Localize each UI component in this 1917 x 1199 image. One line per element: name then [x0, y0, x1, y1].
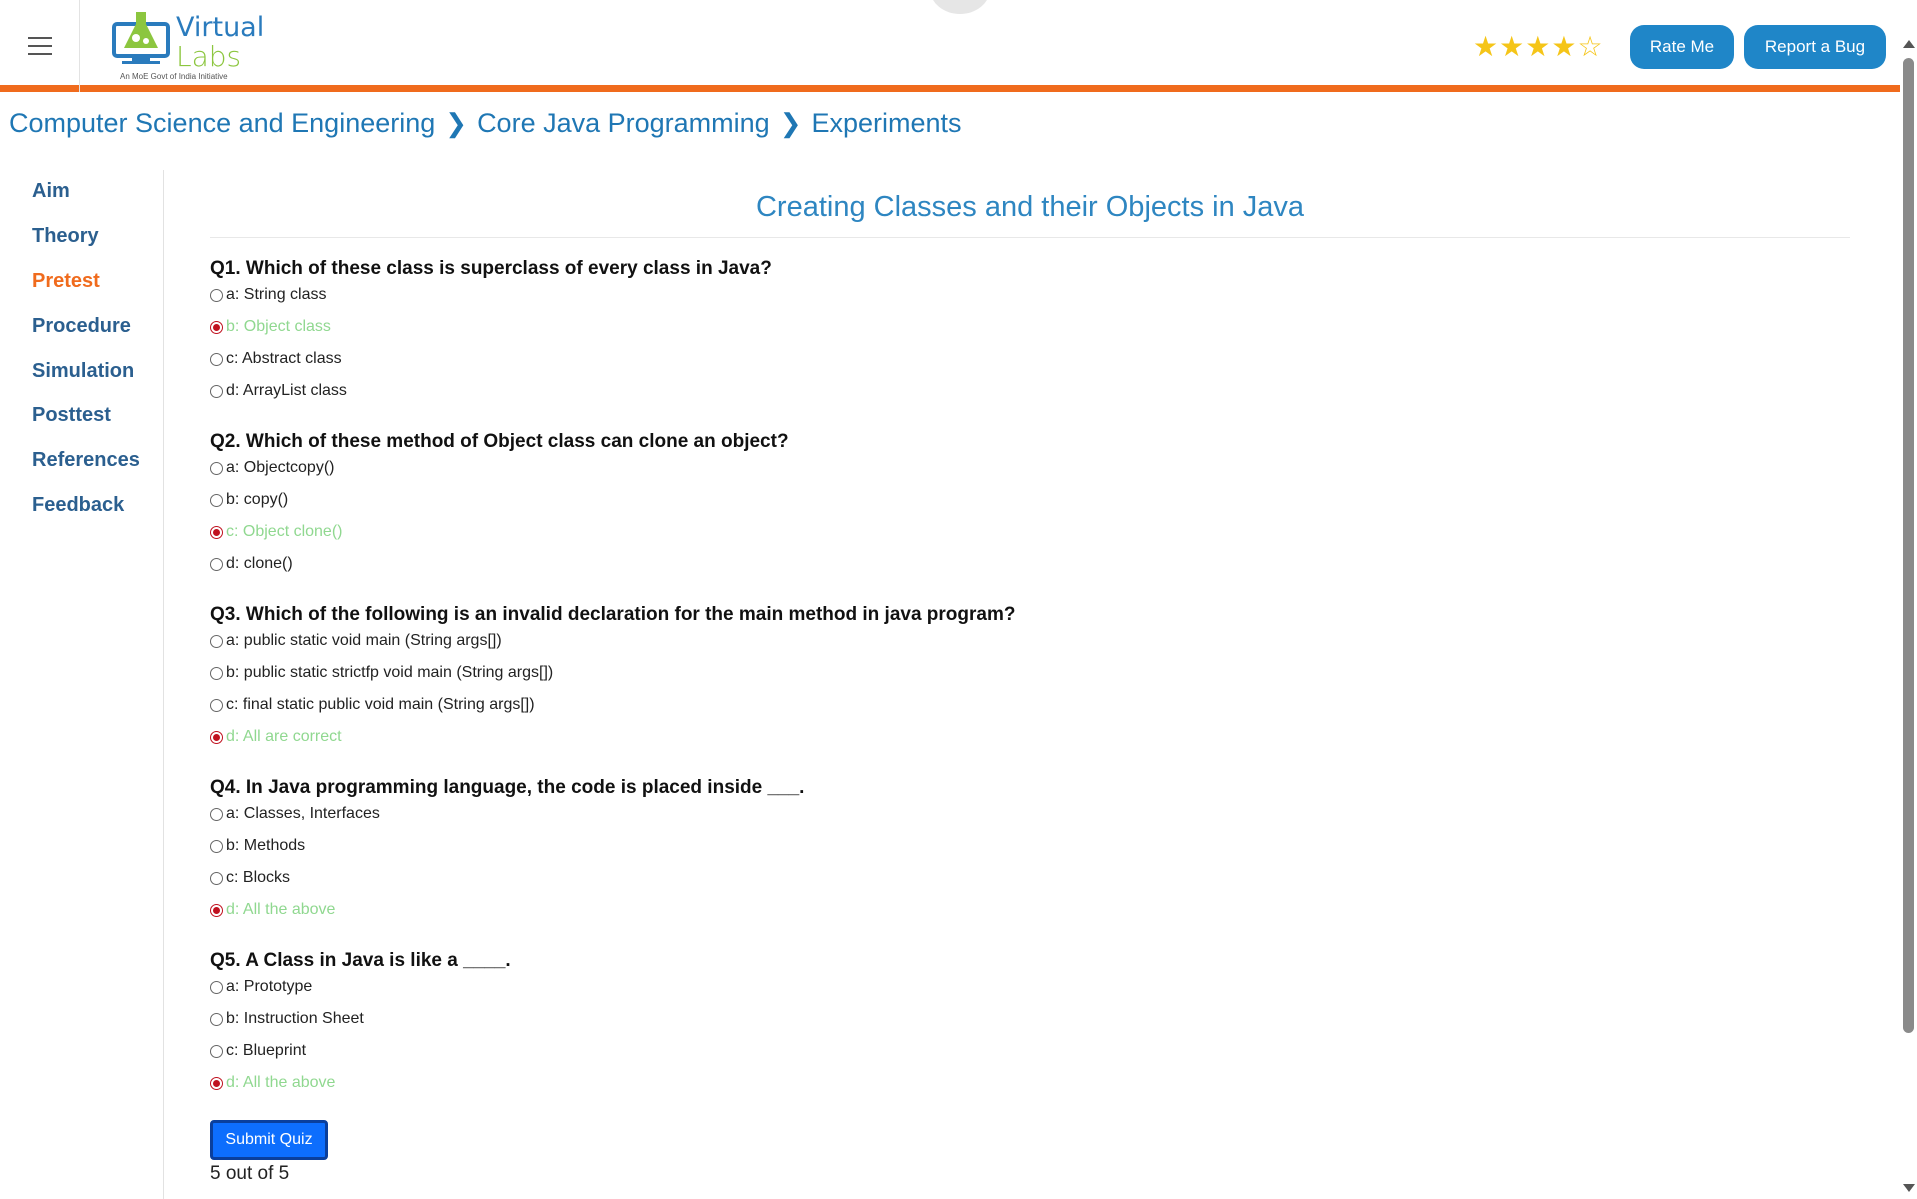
q5-option-b[interactable]: b: Instruction Sheet: [210, 1010, 364, 1028]
hamburger-icon: [27, 37, 52, 55]
chevron-right-icon: ❯: [779, 108, 802, 138]
sidebar-nav: Aim Theory Pretest Procedure Simulation …: [0, 170, 164, 1199]
virtual-labs-logo[interactable]: Virtual Labs An MoE Govt of India Initia…: [110, 8, 264, 84]
q5-option-c[interactable]: c: Blueprint: [210, 1042, 306, 1060]
breadcrumb: Computer Science and Engineering ❯ Core …: [9, 108, 962, 139]
chevron-right-icon: ❯: [445, 108, 468, 138]
question-3: Q3. Which of the following is an invalid…: [210, 604, 1016, 625]
radio-button[interactable]: [210, 1076, 223, 1090]
breadcrumb-link-experiments[interactable]: Experiments: [811, 108, 961, 139]
radio-button[interactable]: [210, 1044, 223, 1058]
q4-option-c[interactable]: c: Blocks: [210, 869, 290, 887]
q4-option-a[interactable]: a: Classes, Interfaces: [210, 805, 380, 823]
q5-option-d[interactable]: d: All the above: [210, 1074, 335, 1092]
q3-option-d[interactable]: d: All are correct: [210, 728, 342, 746]
page-title: Creating Classes and their Objects in Ja…: [755, 191, 1305, 223]
top-header: Virtual Labs An MoE Govt of India Initia…: [0, 0, 1900, 92]
q1-option-c[interactable]: c: Abstract class: [210, 350, 342, 368]
scroll-down-arrow-icon[interactable]: [1903, 1184, 1915, 1192]
rate-me-button[interactable]: Rate Me: [1630, 25, 1734, 69]
radio-button[interactable]: [210, 730, 223, 744]
radio-button[interactable]: [210, 666, 223, 680]
q3-option-b[interactable]: b: public static strictfp void main (Str…: [210, 664, 553, 682]
q1-option-a[interactable]: a: String class: [210, 286, 326, 304]
q3-option-c[interactable]: c: final static public void main (String…: [210, 696, 535, 714]
logo-line1: Virtual: [176, 12, 265, 43]
quiz-score: 5 out of 5: [210, 1163, 290, 1184]
q3-option-a[interactable]: a: public static void main (String args[…: [210, 632, 502, 650]
star-filled-icon[interactable]: ★: [1499, 31, 1525, 62]
logo-line2: Labs: [176, 40, 242, 73]
radio-button[interactable]: [210, 288, 223, 302]
question-5: Q5. A Class in Java is like a ____.: [210, 950, 511, 971]
radio-button[interactable]: [210, 698, 223, 712]
radio-button[interactable]: [210, 320, 223, 334]
q1-option-b[interactable]: b: Object class: [210, 318, 331, 336]
report-bug-button[interactable]: Report a Bug: [1744, 25, 1886, 69]
q4-option-d[interactable]: d: All the above: [210, 901, 335, 919]
sidebar-item-procedure[interactable]: Procedure: [32, 315, 131, 338]
radio-button[interactable]: [210, 634, 223, 648]
q2-option-c[interactable]: c: Object clone(): [210, 523, 342, 541]
sidebar-item-posttest[interactable]: Posttest: [32, 404, 111, 427]
scroll-thumb[interactable]: [1903, 58, 1914, 1033]
radio-button[interactable]: [210, 807, 223, 821]
q2-option-d[interactable]: d: clone(): [210, 555, 293, 573]
radio-button[interactable]: [210, 871, 223, 885]
question-2: Q2. Which of these method of Object clas…: [210, 431, 789, 452]
radio-button[interactable]: [210, 980, 223, 994]
radio-button[interactable]: [210, 384, 223, 398]
q4-option-b[interactable]: b: Methods: [210, 837, 305, 855]
star-rating[interactable]: ★★★★☆: [1473, 30, 1604, 63]
star-filled-icon[interactable]: ★: [1551, 31, 1577, 62]
scroll-up-arrow-icon[interactable]: [1903, 40, 1915, 48]
q5-option-a[interactable]: a: Prototype: [210, 978, 312, 996]
sidebar-item-theory[interactable]: Theory: [32, 225, 99, 248]
logo-tagline: An MoE Govt of India Initiative: [120, 72, 228, 81]
star-filled-icon[interactable]: ★: [1473, 31, 1499, 62]
radio-button[interactable]: [210, 1012, 223, 1026]
submit-quiz-button[interactable]: Submit Quiz: [210, 1120, 328, 1160]
vertical-scrollbar[interactable]: [1900, 0, 1917, 1199]
sidebar-item-feedback[interactable]: Feedback: [32, 494, 124, 517]
radio-button[interactable]: [210, 352, 223, 366]
breadcrumb-link-lab[interactable]: Core Java Programming: [477, 108, 770, 139]
sidebar-item-aim[interactable]: Aim: [32, 180, 70, 203]
question-4: Q4. In Java programming language, the co…: [210, 777, 805, 798]
q1-option-d[interactable]: d: ArrayList class: [210, 382, 347, 400]
sidebar-item-pretest[interactable]: Pretest: [32, 270, 100, 293]
radio-button[interactable]: [210, 557, 223, 571]
radio-button[interactable]: [210, 903, 223, 917]
radio-button[interactable]: [210, 461, 223, 475]
question-1: Q1. Which of these class is superclass o…: [210, 258, 772, 279]
top-center-handle[interactable]: [930, 0, 990, 14]
radio-button[interactable]: [210, 525, 223, 539]
sidebar-item-references[interactable]: References: [32, 449, 140, 472]
q2-option-a[interactable]: a: Objectcopy(): [210, 459, 334, 477]
breadcrumb-link-department[interactable]: Computer Science and Engineering: [9, 108, 435, 139]
star-empty-icon[interactable]: ☆: [1577, 31, 1603, 62]
q2-option-b[interactable]: b: copy(): [210, 491, 288, 509]
flask-monitor-icon: [112, 12, 170, 64]
hamburger-menu-button[interactable]: [0, 0, 80, 92]
title-divider: [210, 237, 1850, 238]
radio-button[interactable]: [210, 493, 223, 507]
star-filled-icon[interactable]: ★: [1525, 31, 1551, 62]
sidebar-item-simulation[interactable]: Simulation: [32, 360, 134, 383]
radio-button[interactable]: [210, 839, 223, 853]
